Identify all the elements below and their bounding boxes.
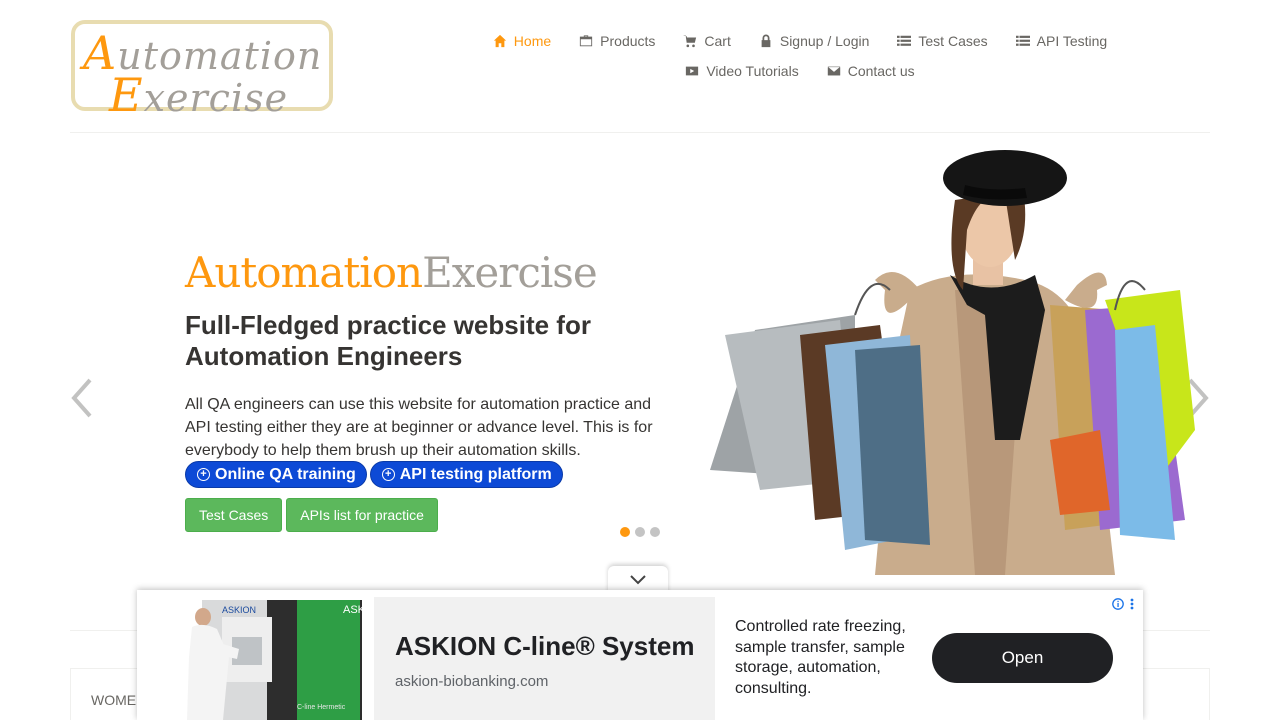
list-icon <box>1015 35 1030 46</box>
plus-circle-icon: + <box>381 468 395 481</box>
lock-icon <box>761 34 771 48</box>
nav-video-tutorials[interactable]: Video Tutorials <box>685 63 799 79</box>
envelope-icon <box>827 66 840 76</box>
more-vertical-icon <box>1130 598 1134 610</box>
list-icon <box>897 35 912 46</box>
slider-prev-arrow[interactable] <box>66 376 96 420</box>
api-testing-platform-link[interactable]: + API testing platform <box>369 461 563 488</box>
slider-dot-1[interactable] <box>620 527 630 537</box>
ad-url[interactable]: askion-biobanking.com <box>395 673 548 690</box>
home-icon <box>493 34 506 48</box>
test-cases-button[interactable]: Test Cases <box>185 498 283 532</box>
ad-open-button[interactable]: Open <box>932 633 1113 683</box>
nav-cart[interactable]: Cart <box>683 33 731 49</box>
ad-title[interactable]: ASKION C-line® System <box>395 631 694 662</box>
chevron-left-icon <box>71 378 92 418</box>
apis-list-button[interactable]: APIs list for practice <box>286 498 438 532</box>
online-qa-training-link[interactable]: + Online QA training <box>185 461 367 488</box>
briefcase-icon <box>580 35 593 47</box>
nav-home[interactable]: Home <box>493 33 551 49</box>
ad-image-device-label: C-line Hermetic <box>297 704 346 711</box>
info-icon <box>1112 598 1124 610</box>
slider-description: All QA engineers can use this website fo… <box>185 396 653 459</box>
ad-info-controls[interactable] <box>1112 598 1134 610</box>
page: Automation Exercise Home Products Cart S… <box>0 0 1280 720</box>
slider-dot-3[interactable] <box>650 527 660 537</box>
chevron-down-icon <box>630 575 646 585</box>
ad-headline-panel: ASKION C-line® System askion-biobanking.… <box>374 597 715 720</box>
nav-signup-login[interactable]: Signup / Login <box>759 33 869 49</box>
ad-image-brand-text: ASKION <box>222 605 256 615</box>
slider-brand-title: AutomationExercise <box>185 248 598 297</box>
ad-image-mark-text: ASKION <box>343 604 374 616</box>
main-nav: Home Products Cart Signup / Login Test C… <box>460 26 1140 86</box>
slider-pill-links: + Online QA training + API testing platf… <box>185 461 563 488</box>
slider-dot-2[interactable] <box>635 527 645 537</box>
hero-shopping-woman-image <box>710 150 1195 575</box>
cart-icon <box>683 35 697 48</box>
ad-copy: Controlled rate freezing, sample transfe… <box>735 618 906 697</box>
slider-headline: Full-Fledged practice website for Automa… <box>185 310 591 371</box>
header-divider <box>70 132 1210 133</box>
nav-test-cases[interactable]: Test Cases <box>897 33 988 49</box>
logo-line-2: Exercise <box>109 68 289 122</box>
nav-contact-us[interactable]: Contact us <box>827 63 915 79</box>
slider-indicators <box>620 527 660 537</box>
ad-product-image: ASKION C-line Hermetic ASKION <box>137 597 374 720</box>
site-logo[interactable]: Automation Exercise <box>71 20 333 122</box>
slider-buttons: Test Cases APIs list for practice <box>185 498 438 532</box>
nav-api-testing[interactable]: API Testing <box>1015 33 1107 49</box>
ad-banner[interactable]: ASKION C-line Hermetic ASKION ASKION C-l… <box>137 590 1143 720</box>
youtube-icon <box>686 66 699 76</box>
plus-circle-icon: + <box>197 468 210 481</box>
nav-products[interactable]: Products <box>579 33 655 49</box>
